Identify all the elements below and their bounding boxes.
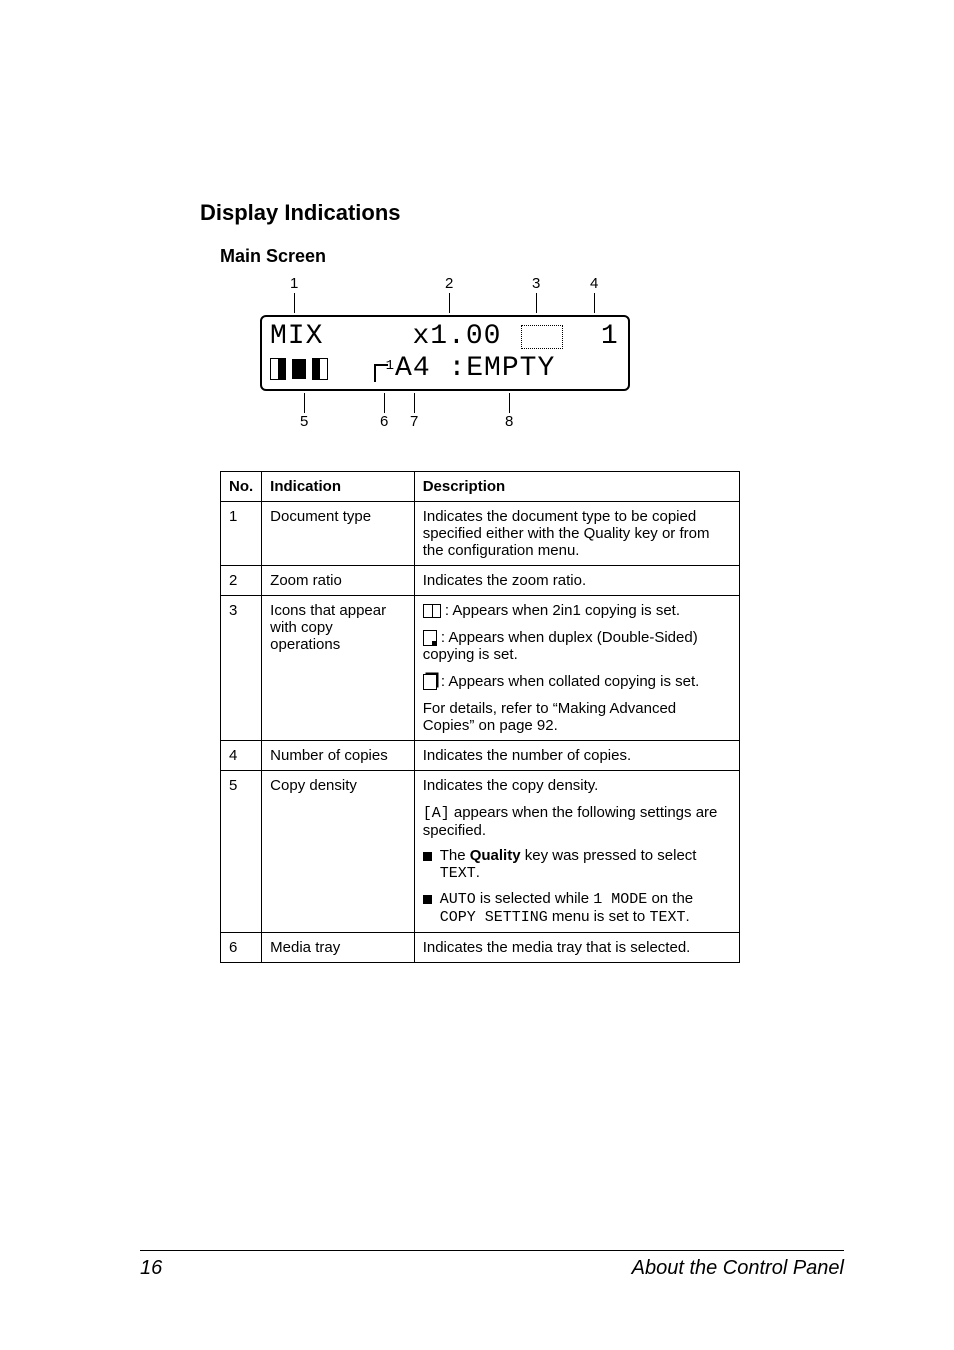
bullet-2: AUTO is selected while 1 MODE on the COP… xyxy=(440,890,731,926)
callout-2: 2 xyxy=(445,275,453,292)
callout-6: 6 xyxy=(380,413,388,430)
lcd-screen: MIX x1.00 1 1 A4 :EMP xyxy=(260,315,630,391)
lcd-copies: 1 xyxy=(601,322,619,353)
desc-density-intro: Indicates the copy density. xyxy=(423,777,731,794)
collate-icon xyxy=(423,674,437,690)
spacer xyxy=(323,322,412,353)
lcd-tray-status: :EMPTY xyxy=(448,354,555,385)
table-row: 4 Number of copies Indicates the number … xyxy=(221,741,740,771)
square-bullet-icon xyxy=(423,895,432,904)
cell-no: 3 xyxy=(221,596,262,741)
callout-4: 4 xyxy=(590,275,598,292)
cell-ind: Icons that appear with copy operations xyxy=(262,596,415,741)
sub-heading: Main Screen xyxy=(220,246,844,267)
table-header-row: No. Indication Description xyxy=(221,472,740,502)
col-description: Description xyxy=(414,472,739,502)
cell-no: 1 xyxy=(221,502,262,566)
density-dark-icon xyxy=(312,358,328,380)
lcd-line-1: MIX x1.00 1 xyxy=(270,321,620,353)
callout-3: 3 xyxy=(532,275,540,292)
lcd-line-2: 1 A4 :EMPTY xyxy=(270,353,620,385)
table-row: 3 Icons that appear with copy operations… xyxy=(221,596,740,741)
footer-title: About the Control Panel xyxy=(632,1257,844,1280)
square-bullet-icon xyxy=(423,852,432,861)
desc-duplex: : Appears when duplex (Double-Sided) cop… xyxy=(423,629,698,663)
lcd-tray-size: A4 xyxy=(395,354,431,385)
lcd-icons-placeholder xyxy=(521,325,563,349)
two-in-one-icon xyxy=(423,604,441,618)
callout-8: 8 xyxy=(505,413,513,430)
cell-desc: Indicates the zoom ratio. xyxy=(414,566,739,596)
callout-5: 5 xyxy=(300,413,308,430)
lcd-tray-sup: 1 xyxy=(386,359,395,374)
page-number: 16 xyxy=(140,1257,162,1280)
callout-7: 7 xyxy=(410,413,418,430)
duplex-icon xyxy=(423,630,437,646)
indications-table: No. Indication Description 1 Document ty… xyxy=(220,471,740,963)
cell-desc: : Appears when 2in1 copying is set. : Ap… xyxy=(414,596,739,741)
page-footer: 16 About the Control Panel xyxy=(140,1250,844,1280)
cell-desc: Indicates the document type to be copied… xyxy=(414,502,739,566)
density-mid-icon xyxy=(292,359,306,379)
section-heading: Display Indications xyxy=(200,200,844,226)
desc-a-text: appears when the following settings are … xyxy=(423,804,718,839)
bullet-1: The Quality key was pressed to select TE… xyxy=(440,847,731,882)
col-no: No. xyxy=(221,472,262,502)
desc-collate: : Appears when collated copying is set. xyxy=(441,673,700,690)
callout-1: 1 xyxy=(290,275,298,292)
table-row: 1 Document type Indicates the document t… xyxy=(221,502,740,566)
cell-desc: Indicates the media tray that is selecte… xyxy=(414,933,739,963)
col-indication: Indication xyxy=(262,472,415,502)
cell-ind: Media tray xyxy=(262,933,415,963)
cell-desc: Indicates the number of copies. xyxy=(414,741,739,771)
footer-rule xyxy=(140,1250,844,1251)
desc-2in1: : Appears when 2in1 copying is set. xyxy=(445,602,680,619)
cell-no: 4 xyxy=(221,741,262,771)
callouts-top: 1 2 3 4 xyxy=(260,275,630,315)
cell-desc: Indicates the copy density. [A] appears … xyxy=(414,771,739,933)
lcd-diagram: 1 2 3 4 MIX x1.00 1 xyxy=(260,275,630,431)
cell-no: 6 xyxy=(221,933,262,963)
cell-ind: Number of copies xyxy=(262,741,415,771)
table-row: 6 Media tray Indicates the media tray th… xyxy=(221,933,740,963)
density-light-icon xyxy=(270,358,286,380)
cell-no: 2 xyxy=(221,566,262,596)
lcd-density-icons xyxy=(270,358,328,380)
table-row: 2 Zoom ratio Indicates the zoom ratio. xyxy=(221,566,740,596)
callouts-bottom: 5 6 7 8 xyxy=(260,391,630,431)
cell-ind: Copy density xyxy=(262,771,415,933)
page: Display Indications Main Screen 1 2 3 4 … xyxy=(0,0,954,1350)
table-row: 5 Copy density Indicates the copy densit… xyxy=(221,771,740,933)
cell-ind: Zoom ratio xyxy=(262,566,415,596)
desc-a-code: [A] xyxy=(423,805,450,822)
desc-ref: For details, refer to “Making Advanced C… xyxy=(423,700,731,734)
lcd-zoom: x1.00 xyxy=(412,322,501,353)
lcd-mode: MIX xyxy=(270,322,323,353)
cell-ind: Document type xyxy=(262,502,415,566)
cell-no: 5 xyxy=(221,771,262,933)
